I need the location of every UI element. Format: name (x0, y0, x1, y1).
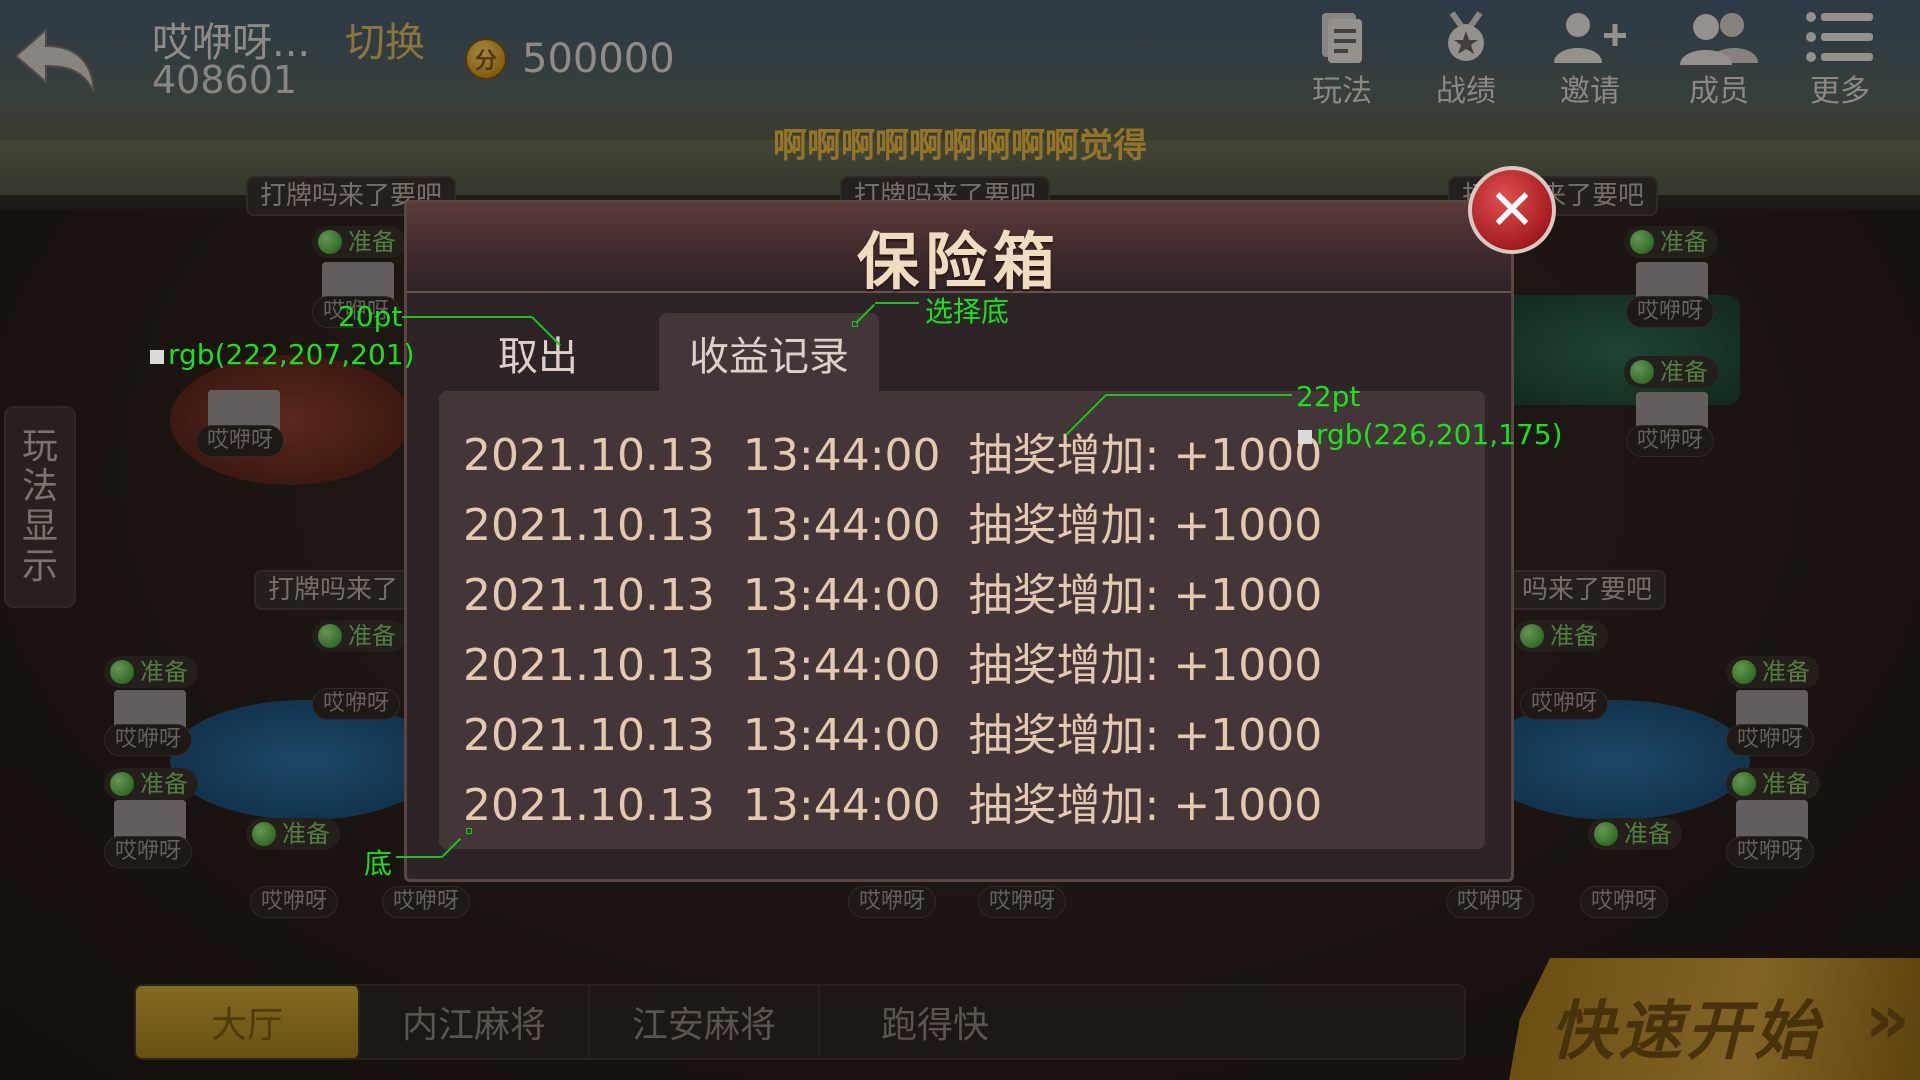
annotation-record-font: 22pt (1296, 380, 1361, 413)
record-time: 13:44:00 (742, 570, 941, 621)
annotation-tab-color-text: rgb(222,207,201) (168, 338, 415, 371)
record-desc: 抽奖增加: +1000 (968, 780, 1323, 831)
annotation-anchor (466, 828, 472, 834)
annotation-anchor (852, 321, 858, 327)
color-swatch (1298, 430, 1312, 444)
close-button[interactable]: ✕ (1468, 166, 1556, 254)
record-time: 13:44:00 (742, 500, 941, 551)
tab-income-records[interactable]: 收益记录 (659, 313, 879, 393)
record-desc: 抽奖增加: +1000 (968, 570, 1323, 621)
record-row: 2021.10.13 13:44:00 抽奖增加: +1000 (463, 629, 1322, 693)
record-date: 2021.10.13 (463, 500, 715, 551)
record-row: 2021.10.13 13:44:00 抽奖增加: +1000 (463, 419, 1322, 483)
records-panel: 2021.10.13 13:44:00 抽奖增加: +1000 2021.10.… (439, 391, 1485, 849)
record-time: 13:44:00 (742, 430, 941, 481)
record-date: 2021.10.13 (463, 640, 715, 691)
close-icon: ✕ (1488, 177, 1536, 243)
annotation-tab-color: rgb(222,207,201) (150, 338, 415, 371)
record-row: 2021.10.13 13:44:00 抽奖增加: +1000 (463, 559, 1322, 623)
dialog-header: 保险箱 (407, 203, 1511, 298)
record-date: 2021.10.13 (463, 430, 715, 481)
record-time: 13:44:00 (742, 780, 941, 831)
color-swatch (150, 350, 164, 364)
annotation-record-color: rgb(226,201,175) (1298, 418, 1563, 451)
annotation-tab-font: 20pt (338, 300, 403, 333)
record-desc: 抽奖增加: +1000 (968, 500, 1323, 551)
record-date: 2021.10.13 (463, 710, 715, 761)
record-desc: 抽奖增加: +1000 (968, 640, 1323, 691)
record-date: 2021.10.13 (463, 780, 715, 831)
record-time: 13:44:00 (742, 640, 941, 691)
record-date: 2021.10.13 (463, 570, 715, 621)
record-row: 2021.10.13 13:44:00 抽奖增加: +1000 (463, 489, 1322, 553)
record-desc: 抽奖增加: +1000 (968, 710, 1323, 761)
annotation-leader-line (402, 316, 532, 318)
dialog-title: 保险箱 (856, 225, 1061, 298)
annotation-record-color-text: rgb(226,201,175) (1316, 418, 1563, 451)
record-row: 2021.10.13 13:44:00 抽奖增加: +1000 (463, 769, 1322, 833)
annotation-panel-bg: 底 (364, 847, 393, 880)
annotation-leader-line (875, 302, 919, 304)
annotation-selected-bg: 选择底 (925, 295, 1010, 328)
record-time: 13:44:00 (742, 710, 941, 761)
record-row: 2021.10.13 13:44:00 抽奖增加: +1000 (463, 699, 1322, 763)
record-desc: 抽奖增加: +1000 (968, 430, 1323, 481)
annotation-leader-line (396, 856, 442, 858)
annotation-leader-line (1106, 394, 1292, 396)
